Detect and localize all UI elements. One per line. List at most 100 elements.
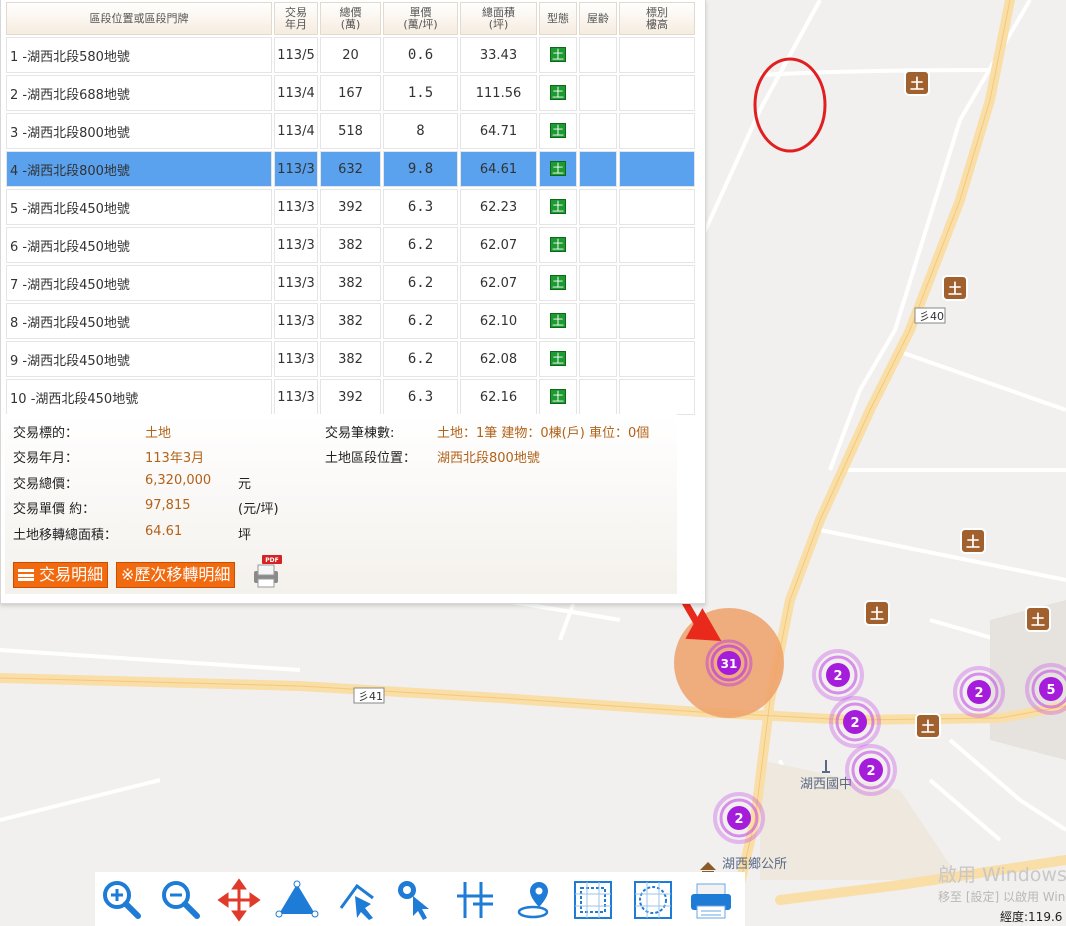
row-floor: [619, 227, 695, 263]
row-no: 2: [10, 87, 19, 103]
area-value: 64.61: [145, 524, 183, 539]
table-row[interactable]: 8 -湖西北段450地號 113/3 382 6.2 62.10 土: [6, 303, 695, 339]
ym-label: 交易年月：: [13, 451, 79, 466]
svg-text:2: 2: [866, 764, 875, 779]
row-area: 62.16: [460, 379, 537, 415]
row-ym: 113/3: [274, 151, 318, 187]
row-no: 10: [10, 391, 27, 407]
row-ym: 113/5: [274, 37, 318, 73]
identify-click-icon[interactable]: [393, 878, 437, 922]
total-value: 6,320,000: [145, 473, 212, 488]
subject-value: 土地: [145, 426, 172, 441]
cluster-marker[interactable]: 2: [953, 666, 1005, 718]
location-value: 湖西北段800地號: [437, 451, 540, 466]
table-row[interactable]: 7 -湖西北段450地號 113/3 382 6.2 62.07 土: [6, 265, 695, 301]
row-floor: [619, 303, 695, 339]
ym-value: 113年3月: [145, 451, 205, 466]
pan-icon[interactable]: [217, 878, 261, 922]
land-type-icon: 土: [550, 237, 566, 252]
row-unit: 6.3: [383, 189, 458, 225]
table-row[interactable]: 6 -湖西北段450地號 113/3 382 6.2 62.07 土: [6, 227, 695, 263]
row-ym: 113/3: [274, 379, 318, 415]
row-unit: 6.2: [383, 265, 458, 301]
table-row[interactable]: 2 -湖西北段688地號 113/4 167 1.5 111.56 土: [6, 75, 695, 111]
row-area: 62.10: [460, 303, 537, 339]
place-label-town-office: 湖西鄉公所: [722, 856, 787, 872]
row-total: 382: [320, 303, 381, 339]
measure-distance-icon[interactable]: [335, 878, 379, 922]
row-floor: [619, 189, 695, 225]
svg-text:土: 土: [1031, 612, 1045, 629]
svg-text:土: 土: [921, 719, 935, 736]
svg-text:2: 2: [974, 686, 983, 701]
row-ym: 113/3: [274, 189, 318, 225]
svg-text:2: 2: [734, 812, 743, 827]
land-marker[interactable]: 土: [960, 528, 986, 554]
cluster-marker[interactable]: 5: [1025, 663, 1066, 715]
table-row[interactable]: 10 -湖西北段450地號 113/3 392 6.3 62.16 土: [6, 379, 695, 415]
land-marker[interactable]: 土: [915, 713, 941, 739]
land-marker[interactable]: 土: [942, 275, 968, 301]
select-circle-icon[interactable]: [631, 878, 675, 922]
land-type-icon: 土: [550, 275, 566, 290]
svg-text:2: 2: [850, 716, 859, 731]
row-floor: [619, 113, 695, 149]
row-age: [579, 37, 617, 73]
location-label: 土地區段位置：: [325, 451, 417, 466]
pdf-print-icon[interactable]: PDF: [248, 555, 284, 589]
svg-text:31: 31: [721, 657, 738, 671]
land-type-icon: 土: [550, 161, 566, 176]
transfer-history-button[interactable]: ※歷次移轉明細: [116, 562, 236, 588]
row-address: -湖西北段450地號: [22, 277, 130, 293]
col-header-address: 區段位置或區段門牌: [6, 2, 272, 35]
land-type-icon: 土: [550, 47, 566, 62]
road-grid-icon[interactable]: [453, 878, 497, 922]
row-no: 4: [10, 163, 19, 179]
cluster-marker[interactable]: 2: [829, 696, 881, 748]
svg-text:2: 2: [833, 669, 842, 684]
row-no: 5: [10, 201, 19, 217]
svg-text:土: 土: [910, 76, 924, 93]
row-address: -湖西北段450地號: [22, 315, 130, 331]
row-floor: [619, 37, 695, 73]
area-label: 土地移轉總面積：: [13, 528, 118, 543]
col-header-age: 屋齡: [579, 2, 617, 35]
cluster-marker[interactable]: 2: [845, 744, 897, 796]
zoom-in-icon[interactable]: [100, 878, 144, 922]
zoom-out-icon[interactable]: [159, 878, 203, 922]
svg-text:土: 土: [966, 534, 980, 551]
transaction-detail-button[interactable]: 交易明細: [13, 562, 109, 588]
row-total: 518: [320, 113, 381, 149]
row-unit: 9.8: [383, 151, 458, 187]
row-no: 3: [10, 125, 19, 141]
table-row[interactable]: 3 -湖西北段800地號 113/4 518 8 64.71 土: [6, 113, 695, 149]
count-label: 交易筆棟數:: [325, 426, 395, 441]
svg-text:5: 5: [1046, 683, 1055, 698]
table-row[interactable]: 5 -湖西北段450地號 113/3 392 6.3 62.23 土: [6, 189, 695, 225]
row-address: -湖西北段800地號: [22, 163, 130, 179]
col-header-floor: 標別 樓高: [619, 2, 695, 35]
row-area: 64.61: [460, 151, 537, 187]
col-header-unit: 單價 (萬/坪): [383, 2, 458, 35]
row-unit: 6.2: [383, 303, 458, 339]
cluster-marker[interactable]: 2: [812, 649, 864, 701]
select-rectangle-icon[interactable]: [571, 878, 615, 922]
table-row-selected[interactable]: 4 -湖西北段800地號 113/3 632 9.8 64.61 土: [6, 151, 695, 187]
row-total: 392: [320, 189, 381, 225]
cluster-marker[interactable]: 2: [713, 792, 765, 844]
land-marker[interactable]: 土: [1025, 606, 1051, 632]
row-ym: 113/4: [274, 113, 318, 149]
row-address: -湖西北段450地號: [22, 201, 130, 217]
table-row[interactable]: 1 -湖西北段580地號 113/5 20 0.6 33.43 土: [6, 37, 695, 73]
land-marker[interactable]: 土: [904, 70, 930, 96]
row-address: -湖西北段688地號: [22, 87, 130, 103]
table-row[interactable]: 9 -湖西北段450地號 113/3 382 6.2 62.08 土: [6, 341, 695, 377]
row-age: [579, 341, 617, 377]
measure-area-icon[interactable]: [275, 878, 319, 922]
total-label: 交易總價：: [13, 477, 79, 492]
row-area: 111.56: [460, 75, 537, 111]
land-marker[interactable]: 土: [864, 600, 890, 626]
print-icon[interactable]: [689, 878, 733, 922]
locate-pin-icon[interactable]: [513, 878, 557, 922]
transaction-detail-label: 交易明細: [39, 565, 104, 584]
